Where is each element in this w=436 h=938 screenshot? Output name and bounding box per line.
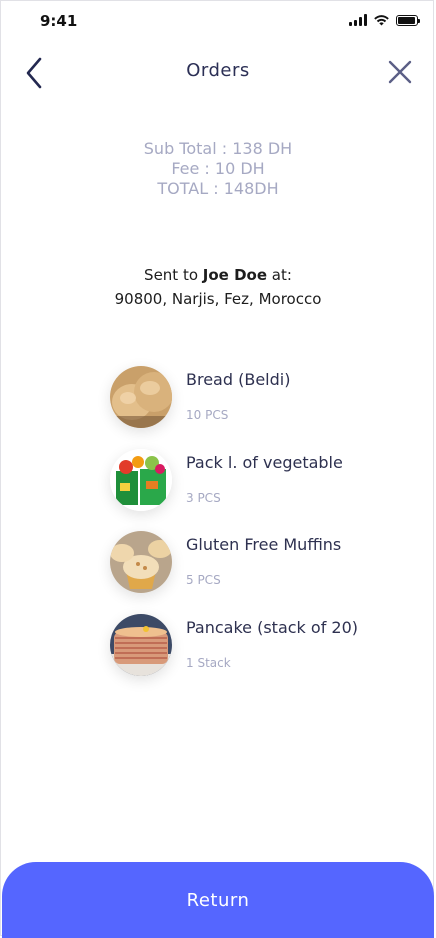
pancake-image (110, 613, 172, 676)
sent-to-line: Sent to Joe Doe at: (0, 263, 436, 287)
page-title: Orders (186, 60, 250, 81)
order-items-list: Bread (Beldi) 10 PCS Pack l. of vegetabl… (108, 366, 408, 696)
sub-total-text: Sub Total : 138 DH (143, 139, 293, 158)
order-totals: Sub Total : 138 DH Fee : 10 DH TOTAL : 1… (0, 139, 436, 199)
sent-to-prefix: Sent to (144, 266, 199, 284)
return-button[interactable]: Return (2, 862, 434, 938)
fee-text: Fee : 10 DH (171, 159, 265, 178)
battery-icon (396, 14, 420, 26)
close-button[interactable] (386, 58, 414, 86)
list-item[interactable]: Bread (Beldi) 10 PCS (108, 366, 408, 449)
muffins-image (110, 531, 172, 593)
status-time: 9:41 (40, 12, 78, 30)
signal-icon (349, 14, 367, 26)
item-quantity: 10 PCS (186, 408, 229, 422)
total-text: TOTAL : 148DH (157, 179, 279, 198)
item-name: Bread (Beldi) (186, 370, 291, 389)
item-name: Pancake (stack of 20) (186, 617, 359, 637)
status-icons (349, 14, 420, 26)
vegetable-pack-image (110, 448, 172, 511)
bread-image (110, 366, 172, 428)
item-name: Pack l. of vegetable (186, 452, 343, 472)
close-icon (388, 60, 412, 84)
item-name: Gluten Free Muffins (186, 535, 342, 554)
item-quantity: 3 PCS (186, 490, 221, 505)
list-item[interactable]: Pack l. of vegetable 3 PCS (108, 448, 408, 532)
list-item[interactable]: Pancake (stack of 20) 1 Stack (108, 613, 408, 697)
wifi-icon (374, 15, 389, 26)
shipping-info: Sent to Joe Doe at: 90800, Narjis, Fez, … (0, 263, 436, 311)
item-quantity: 1 Stack (186, 655, 231, 670)
shipping-address: 90800, Narjis, Fez, Morocco (114, 290, 322, 308)
sent-to-suffix: at: (271, 266, 292, 284)
recipient-name: Joe Doe (202, 266, 268, 284)
list-item[interactable]: Gluten Free Muffins 5 PCS (108, 531, 408, 614)
item-quantity: 5 PCS (186, 573, 221, 587)
